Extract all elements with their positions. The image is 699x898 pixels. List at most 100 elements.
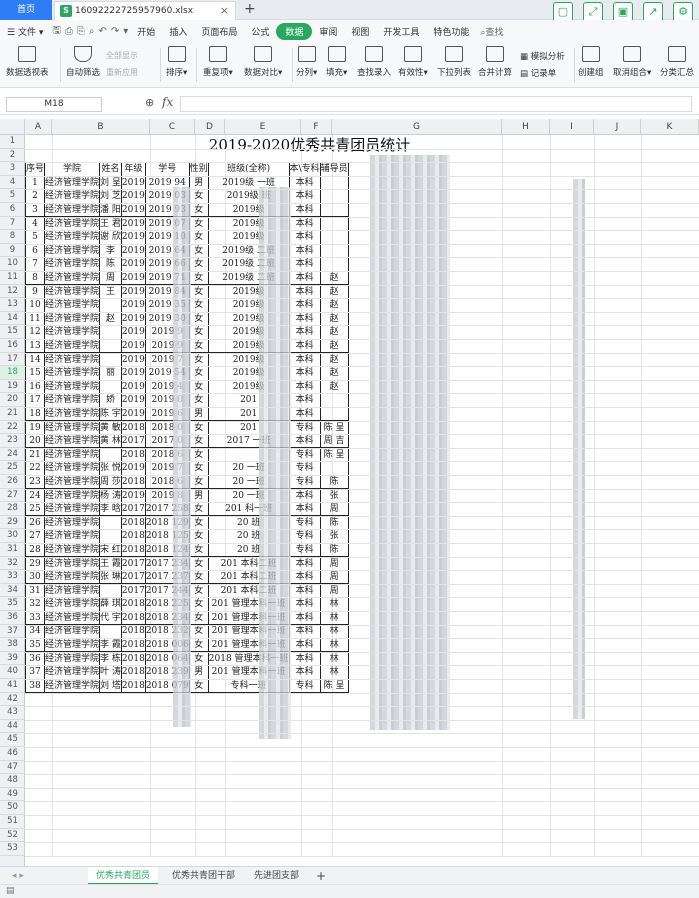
table-cell[interactable]: 4 [24, 216, 46, 231]
table-cell[interactable]: 经济管理学院 [44, 406, 101, 422]
table-cell[interactable]: 2 [24, 189, 46, 204]
table-cell[interactable]: 男 [188, 488, 209, 503]
zoom-icon[interactable]: ⊕ [145, 96, 154, 109]
table-cell[interactable]: 本科 [288, 175, 321, 191]
table-cell[interactable]: 林 [319, 637, 349, 653]
table-cell[interactable]: 2017 [120, 569, 146, 585]
table-cell[interactable]: 2017 [120, 433, 146, 449]
table-cell[interactable]: 女 [188, 270, 209, 286]
table-cell[interactable]: 2018 [120, 651, 146, 666]
table-cell[interactable]: 谢 欣 [99, 229, 122, 245]
table-cell[interactable]: 经济管理学院 [44, 338, 101, 354]
table-cell[interactable]: 经济管理学院 [44, 651, 101, 666]
sheet-tab-2[interactable]: 优秀共青团干部 [164, 867, 243, 885]
table-cell[interactable]: 2017 [120, 501, 146, 517]
table-cell[interactable]: 林 [319, 624, 349, 639]
table-cell[interactable] [319, 189, 349, 204]
table-cell[interactable]: 经济管理学院 [44, 393, 101, 408]
table-cell[interactable]: 本科 [288, 406, 321, 422]
table-cell[interactable]: 女 [188, 651, 209, 666]
table-cell[interactable]: 2018 [120, 474, 146, 490]
table-cell[interactable]: 本科 [288, 189, 321, 204]
table-cell[interactable]: 专科 [288, 529, 321, 544]
table-cell[interactable]: 赵 [99, 311, 122, 327]
show-all-button[interactable]: 全部显示 [106, 50, 138, 61]
table-cell[interactable]: 林 [319, 664, 349, 680]
row-header[interactable]: 51 [0, 815, 25, 829]
table-cell[interactable]: 2018 [120, 447, 146, 463]
table-cell[interactable]: 35 [24, 637, 46, 653]
table-cell[interactable]: 女 [188, 352, 209, 367]
table-cell[interactable]: 经济管理学院 [44, 542, 101, 558]
table-cell[interactable]: 周 莎 [99, 474, 122, 490]
row-header[interactable]: 13 [0, 298, 25, 312]
table-cell[interactable]: 专科 [288, 447, 321, 463]
header-cell[interactable]: 本\专科 [288, 162, 321, 177]
table-cell[interactable]: 女 [188, 501, 209, 517]
table-cell[interactable]: 经济管理学院 [44, 664, 101, 680]
table-cell[interactable]: 杨 涛 [99, 488, 122, 503]
menu-start[interactable]: 开始 [130, 25, 162, 38]
table-cell[interactable]: 37 [24, 664, 46, 680]
table-cell[interactable]: 2018 [120, 515, 146, 531]
header-cell[interactable]: 班级(全称) [207, 162, 290, 177]
table-cell[interactable]: 女 [188, 338, 209, 354]
table-cell[interactable]: 本科 [288, 624, 321, 639]
row-header[interactable]: 36 [0, 611, 25, 625]
table-cell[interactable]: 经济管理学院 [44, 556, 101, 571]
table-cell[interactable]: 女 [188, 433, 209, 449]
menu-devtools[interactable]: 开发工具 [376, 25, 426, 38]
fx-icon[interactable]: fx [162, 95, 173, 109]
row-header[interactable]: 52 [0, 829, 25, 843]
restore-icon[interactable]: ▢ [553, 2, 573, 22]
table-cell[interactable]: 本科 [288, 243, 321, 259]
table-cell[interactable]: 本科 [288, 610, 321, 626]
row-header[interactable]: 38 [0, 638, 25, 652]
row-header[interactable]: 44 [0, 720, 25, 734]
table-cell[interactable]: 刘 呈 [99, 175, 122, 191]
table-cell[interactable]: 女 [188, 461, 209, 476]
table-cell[interactable]: 8 [24, 270, 46, 286]
row-header[interactable]: 45 [0, 733, 25, 747]
more-icon[interactable]: ▾ [121, 26, 130, 37]
table-cell[interactable]: 20 [24, 433, 46, 449]
table-cell[interactable]: 经济管理学院 [44, 610, 101, 626]
table-cell[interactable]: 2018 [120, 664, 146, 680]
table-cell[interactable]: 经济管理学院 [44, 583, 101, 598]
row-header[interactable]: 37 [0, 625, 25, 639]
table-cell[interactable]: 赵 [319, 365, 349, 381]
table-cell[interactable]: 本科 [288, 433, 321, 449]
table-cell[interactable]: 36 [24, 651, 46, 666]
table-cell[interactable]: 张 [319, 529, 349, 544]
table-cell[interactable]: 周 [319, 556, 349, 571]
reapply-button[interactable]: 重新应用 [106, 67, 138, 78]
table-cell[interactable]: 2019 [120, 297, 146, 313]
table-cell[interactable]: 2019 [120, 488, 146, 503]
table-cell[interactable]: 男 [188, 406, 209, 422]
row-header[interactable]: 4 [0, 176, 25, 190]
table-cell[interactable]: 38 [24, 678, 46, 694]
tab-home[interactable]: 首页 [0, 0, 52, 20]
col-header-g[interactable]: G [332, 119, 502, 135]
row-header[interactable]: 16 [0, 339, 25, 353]
table-cell[interactable]: 本科 [288, 257, 321, 272]
split-column-button[interactable]: 分列▾ [296, 46, 317, 78]
table-cell[interactable]: 2017 [120, 583, 146, 598]
table-cell[interactable]: 29 [24, 556, 46, 571]
table-cell[interactable]: 经济管理学院 [44, 447, 101, 463]
table-cell[interactable]: 2018 [120, 420, 146, 435]
row-header[interactable]: 35 [0, 597, 25, 611]
table-cell[interactable]: 李 晗 [99, 501, 122, 517]
col-header-c[interactable]: C [150, 119, 195, 135]
table-cell[interactable]: 2019 [120, 270, 146, 286]
col-header-e[interactable]: E [225, 119, 301, 135]
col-header-f[interactable]: F [301, 119, 332, 135]
table-cell[interactable]: 周 [319, 501, 349, 517]
table-cell[interactable]: 女 [188, 216, 209, 231]
table-cell[interactable]: 16 [24, 379, 46, 395]
table-cell[interactable]: 女 [188, 515, 209, 531]
table-cell[interactable]: 2018 [120, 678, 146, 694]
row-header[interactable]: 27 [0, 489, 25, 503]
row-header[interactable]: 9 [0, 244, 25, 258]
table-cell[interactable] [319, 216, 349, 231]
